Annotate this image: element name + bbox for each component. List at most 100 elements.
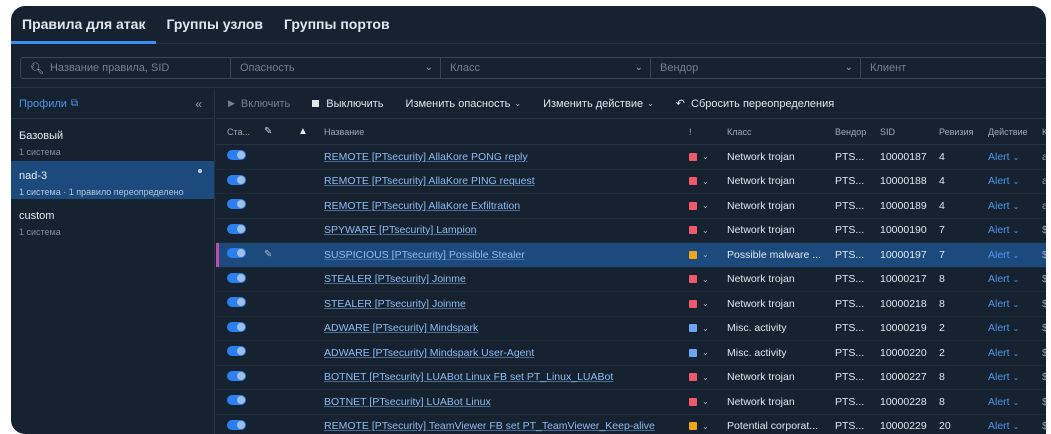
enable-label: Включить [240,97,291,110]
play-icon: ▶ [228,98,235,108]
severity-select[interactable]: ⌄ [689,422,709,431]
collapse-sidebar-icon[interactable]: « [195,97,202,111]
table-row[interactable]: BOTNET [PTsecurity] LUABot Linux FB set … [216,366,1046,390]
severity-select[interactable]: ⌄ [689,373,709,382]
severity-select[interactable]: ⌄ [689,397,709,406]
action-select[interactable]: Alert ⌄ [988,322,1040,334]
table-row[interactable]: STEALER [PTsecurity] Joinme ⌄ Network troj… [216,268,1046,292]
severity-filter[interactable]: Опасность ⌄ [230,57,441,79]
tab-port-groups[interactable]: Группы портов [284,6,401,43]
severity-select[interactable]: ⌄ [689,275,709,284]
action-select[interactable]: Alert ⌄ [988,224,1040,236]
column-sid[interactable]: SID [880,127,938,137]
rule-name-link[interactable]: REMOTE [PTsecurity] AllaKore Exfiltratio… [324,200,679,212]
status-toggle[interactable] [227,370,246,384]
action-select[interactable]: Alert ⌄ [988,420,1040,432]
rule-sid: 10000217 [880,273,927,286]
change-severity-label: Изменить опасность [405,97,511,110]
tab-attack-rules[interactable]: Правила для атак [11,6,157,44]
action-select[interactable]: Alert ⌄ [988,396,1040,408]
profile-item[interactable]: custom 1 система [11,201,214,241]
column-severity[interactable]: ! [689,127,692,137]
rule-name-link[interactable]: SUSPICIOUS [PTsecurity] Possible Stealer [324,249,679,261]
profile-item[interactable]: Базовый 1 система [11,121,214,161]
rule-name-link[interactable]: ADWARE [PTsecurity] Mindspark User-Agent [324,347,679,359]
profiles-link[interactable]: Профили [19,98,67,110]
severity-select[interactable]: ⌄ [689,177,709,186]
table-row[interactable]: REMOTE [PTsecurity] AllaKore Exfiltratio… [216,194,1046,219]
table-row[interactable]: REMOTE [PTsecurity] AllaKore PONG reply ⌄… [216,145,1046,170]
search-input[interactable]: 🔍︎ Название правила, SID [20,57,231,79]
severity-select[interactable]: ⌄ [689,152,709,161]
rule-name-link[interactable]: SPYWARE [PTsecurity] Lampion [324,224,679,236]
profile-item[interactable]: nad-3 1 система · 1 правило переопределен… [11,161,214,199]
tab-host-groups[interactable]: Группы узлов [166,6,274,43]
action-select[interactable]: Alert ⌄ [988,298,1040,310]
rule-name-link[interactable]: STEALER [PTsecurity] Joinme [324,298,679,310]
column-class[interactable]: Класс [727,127,831,137]
rule-name-link[interactable]: BOTNET [PTsecurity] LUABot Linux FB set … [324,371,679,383]
table-row[interactable]: ✎ SUSPICIOUS [PTsecurity] Possible Steale… [216,243,1046,268]
status-toggle[interactable] [227,395,246,408]
status-toggle[interactable] [227,297,246,310]
change-severity-button[interactable]: Изменить опасность ⌄ [406,98,522,110]
severity-select[interactable]: ⌄ [689,226,709,235]
status-toggle[interactable] [227,248,246,261]
severity-select[interactable]: ⌄ [689,201,709,210]
status-toggle[interactable] [227,150,246,163]
column-extra[interactable]: К [1042,127,1046,137]
rule-vendor: PTS... [835,273,865,286]
table-row[interactable]: REMOTE [PTsecurity] AllaKore PING reques… [216,170,1046,194]
active-dot-icon [198,169,202,173]
table-row[interactable]: REMOTE [PTsecurity] TeamViewer FB set PT… [216,415,1046,434]
action-select[interactable]: Alert ⌄ [988,151,1040,163]
column-revision[interactable]: Ревизия [939,127,983,137]
action-select[interactable]: Alert ⌄ [988,347,1040,359]
rule-name-link[interactable]: STEALER [PTsecurity] Joinme [324,273,679,285]
action-select[interactable]: Alert ⌄ [988,249,1040,261]
table-row[interactable]: SPYWARE [PTsecurity] Lampion ⌄ Network tro… [216,219,1046,243]
table-row[interactable]: ADWARE [PTsecurity] Mindspark User-Agent… [216,341,1046,366]
status-toggle[interactable] [227,321,246,335]
status-toggle[interactable] [227,199,246,212]
action-select[interactable]: Alert ⌄ [988,371,1040,383]
chevron-down-icon: ⌄ [1012,275,1020,285]
client-filter[interactable]: Клиент [860,57,1046,79]
enable-button[interactable]: ▶ Включить [228,98,290,110]
severity-select[interactable]: ⌄ [689,299,709,308]
external-link-icon[interactable]: ⧉ [71,98,78,109]
column-status[interactable]: Ста... [227,127,250,137]
action-select[interactable]: Alert ⌄ [988,273,1040,285]
rule-sid: 10000189 [880,199,927,212]
rule-vendor: PTS... [835,175,865,188]
severity-select[interactable]: ⌄ [689,250,709,259]
reset-overrides-button[interactable]: ↶ Сбросить переопределения [676,97,834,111]
rule-name-link[interactable]: REMOTE [PTsecurity] AllaKore PING reques… [324,175,679,187]
table-row[interactable]: STEALER [PTsecurity] Joinme ⌄ Network troj… [216,292,1046,317]
table-row[interactable]: ADWARE [PTsecurity] Mindspark ⌄ Misc. acti… [216,317,1046,341]
status-toggle[interactable] [227,223,246,237]
status-toggle[interactable] [227,174,246,188]
rule-name-link[interactable]: BOTNET [PTsecurity] LUABot Linux [324,396,679,408]
column-action[interactable]: Действие [988,127,1040,137]
change-action-button[interactable]: Изменить действие ⌄ [543,98,654,110]
column-vendor[interactable]: Вендор [835,127,877,137]
rule-name-link[interactable]: ADWARE [PTsecurity] Mindspark [324,322,679,334]
status-toggle[interactable] [227,272,246,286]
severity-select[interactable]: ⌄ [689,324,709,333]
column-name[interactable]: Название [324,127,679,137]
profile-subtitle: 1 система [19,147,61,157]
status-toggle[interactable] [227,346,246,359]
vendor-filter[interactable]: Вендор ⌄ [650,57,861,79]
action-select[interactable]: Alert ⌄ [988,175,1040,187]
table-row[interactable]: BOTNET [PTsecurity] LUABot Linux ⌄ Network… [216,390,1046,415]
action-select[interactable]: Alert ⌄ [988,200,1040,212]
status-toggle[interactable] [227,419,246,433]
rule-extra: $ [1042,273,1046,286]
disable-button[interactable]: Выключить [312,98,384,110]
rule-revision: 4 [939,175,945,188]
rule-name-link[interactable]: REMOTE [PTsecurity] AllaKore PONG reply [324,151,679,163]
rule-name-link[interactable]: REMOTE [PTsecurity] TeamViewer FB set PT… [324,420,679,432]
class-filter[interactable]: Класс ⌄ [440,57,651,79]
severity-select[interactable]: ⌄ [689,348,709,357]
